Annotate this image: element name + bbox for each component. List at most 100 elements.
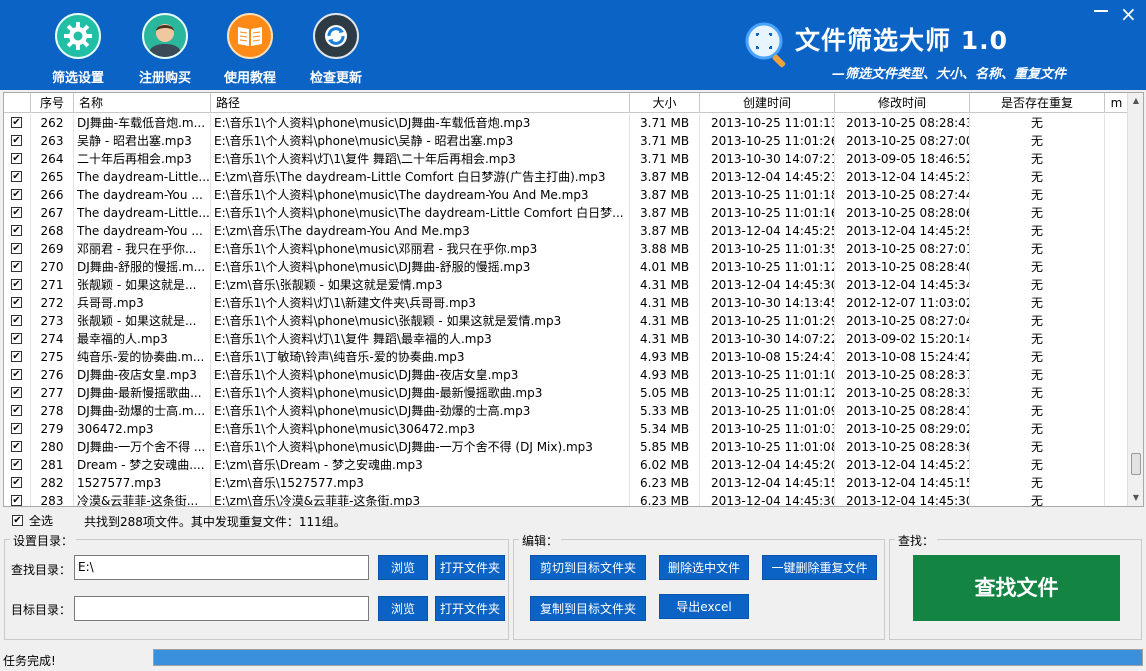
row-checkbox[interactable]: [11, 189, 22, 200]
row-checkbox[interactable]: [11, 387, 22, 398]
delete-selected-button[interactable]: 删除选中文件: [659, 555, 749, 580]
row-checkbox[interactable]: [11, 117, 22, 128]
row-checkbox-cell[interactable]: [4, 456, 31, 474]
target-dir-input[interactable]: [74, 596, 369, 621]
table-row[interactable]: 262DJ舞曲-车载低音炮.m...E:\音乐1\个人资料\phone\musi…: [4, 114, 1129, 132]
table-row[interactable]: 279306472.mp3E:\音乐1\个人资料\phone\music\306…: [4, 420, 1129, 438]
row-checkbox-cell[interactable]: [4, 348, 31, 366]
copy-to-target-button[interactable]: 复制到目标文件夹: [530, 596, 646, 621]
row-duplicate: 无: [970, 114, 1105, 132]
table-row[interactable]: 2821527577.mp3E:\zm\音乐\1527577.mp36.23 M…: [4, 474, 1129, 492]
row-checkbox[interactable]: [11, 297, 22, 308]
table-row[interactable]: 277DJ舞曲-最新慢摇歌曲...E:\音乐1\个人资料\phone\music…: [4, 384, 1129, 402]
column-header-created[interactable]: 创建时间: [700, 93, 835, 113]
row-checkbox-cell[interactable]: [4, 438, 31, 456]
table-row[interactable]: 281Dream - 梦之安魂曲....E:\zm\音乐\Dream - 梦之安…: [4, 456, 1129, 474]
table-row[interactable]: 274最幸福的人.mp3E:\音乐1\个人资料\灯\1\复件 舞蹈\最幸福的人.…: [4, 330, 1129, 348]
tutorial-button[interactable]: 使用教程: [212, 13, 288, 86]
row-checkbox[interactable]: [11, 351, 22, 362]
table-row[interactable]: 265The daydream-Little...E:\zm\音乐\The da…: [4, 168, 1129, 186]
column-header-modified[interactable]: 修改时间: [835, 93, 970, 113]
browse-target-button[interactable]: 浏览: [378, 596, 428, 621]
row-checkbox[interactable]: [11, 441, 22, 452]
row-checkbox-cell[interactable]: [4, 402, 31, 420]
row-checkbox[interactable]: [11, 369, 22, 380]
close-button[interactable]: ×: [1120, 4, 1137, 24]
row-checkbox-cell[interactable]: [4, 276, 31, 294]
column-header-index[interactable]: 序号: [31, 93, 74, 113]
find-files-button[interactable]: 查找文件: [913, 555, 1120, 621]
row-checkbox-cell[interactable]: [4, 258, 31, 276]
search-dir-input[interactable]: E:\: [74, 555, 369, 580]
column-header-size[interactable]: 大小: [630, 93, 700, 113]
delete-duplicates-button[interactable]: 一键删除重复文件: [762, 555, 877, 580]
minimize-button[interactable]: [1094, 10, 1108, 12]
open-target-folder-button[interactable]: 打开文件夹: [435, 596, 505, 621]
row-checkbox[interactable]: [11, 333, 22, 344]
row-checkbox-cell[interactable]: [4, 186, 31, 204]
row-checkbox[interactable]: [11, 225, 22, 236]
row-checkbox[interactable]: [11, 171, 22, 182]
scroll-up-icon[interactable]: ▲: [1130, 95, 1142, 107]
row-checkbox[interactable]: [11, 459, 22, 470]
table-row[interactable]: 271张靓颖 - 如果这就是...E:\zm\音乐\张靓颖 - 如果这就是爱情.…: [4, 276, 1129, 294]
row-checkbox-cell[interactable]: [4, 330, 31, 348]
row-checkbox[interactable]: [11, 207, 22, 218]
table-row[interactable]: 270DJ舞曲-舒服的慢摇.m...E:\音乐1\个人资料\phone\musi…: [4, 258, 1129, 276]
table-row[interactable]: 264二十年后再相会.mp3E:\音乐1\个人资料\灯\1\复件 舞蹈\二十年后…: [4, 150, 1129, 168]
row-checkbox[interactable]: [11, 279, 22, 290]
column-header-duplicate[interactable]: 是否存在重复: [970, 93, 1105, 113]
register-buy-button[interactable]: 注册购买: [127, 13, 203, 86]
scroll-thumb[interactable]: [1131, 453, 1141, 475]
row-checkbox-cell[interactable]: [4, 240, 31, 258]
row-checkbox-cell[interactable]: [4, 204, 31, 222]
row-checkbox[interactable]: [11, 135, 22, 146]
row-checkbox-cell[interactable]: [4, 366, 31, 384]
table-row[interactable]: 275纯音乐-爱的协奏曲.m...E:\音乐1\丁敏琦\铃声\纯音乐-爱的协奏曲…: [4, 348, 1129, 366]
file-table[interactable]: 序号 名称 路径 大小 创建时间 修改时间 是否存在重复 m 262DJ舞曲-车…: [3, 92, 1144, 507]
cut-to-target-button[interactable]: 剪切到目标文件夹: [530, 555, 646, 580]
row-checkbox[interactable]: [11, 261, 22, 272]
table-row[interactable]: 278DJ舞曲-劲爆的士高.m...E:\音乐1\个人资料\phone\musi…: [4, 402, 1129, 420]
table-row[interactable]: 263吴静 - 昭君出塞.mp3E:\音乐1\个人资料\phone\music\…: [4, 132, 1129, 150]
row-checkbox[interactable]: [11, 423, 22, 434]
row-checkbox[interactable]: [11, 477, 22, 488]
row-checkbox-cell[interactable]: [4, 150, 31, 168]
table-row[interactable]: 267The daydream-Little...E:\音乐1\个人资料\pho…: [4, 204, 1129, 222]
scroll-down-icon[interactable]: ▼: [1130, 492, 1142, 504]
table-row[interactable]: 272兵哥哥.mp3E:\音乐1\个人资料\灯\1\新建文件夹\兵哥哥.mp34…: [4, 294, 1129, 312]
row-checkbox[interactable]: [11, 153, 22, 164]
vertical-scrollbar[interactable]: ▲ ▼: [1127, 93, 1143, 506]
column-header-check[interactable]: [4, 93, 31, 113]
column-header-more[interactable]: m: [1105, 93, 1129, 113]
column-header-path[interactable]: 路径: [211, 93, 630, 113]
row-checkbox-cell[interactable]: [4, 294, 31, 312]
row-checkbox[interactable]: [11, 315, 22, 326]
row-checkbox-cell[interactable]: [4, 114, 31, 132]
select-all-checkbox[interactable]: ✔ 全选: [12, 512, 53, 529]
row-checkbox-cell[interactable]: [4, 168, 31, 186]
row-checkbox-cell[interactable]: [4, 222, 31, 240]
table-row[interactable]: 268The daydream-You ...E:\zm\音乐\The dayd…: [4, 222, 1129, 240]
row-checkbox[interactable]: [11, 243, 22, 254]
browse-search-button[interactable]: 浏览: [378, 555, 428, 580]
row-checkbox-cell[interactable]: [4, 384, 31, 402]
open-search-folder-button[interactable]: 打开文件夹: [435, 555, 505, 580]
check-update-button[interactable]: 检查更新: [298, 13, 374, 86]
table-row[interactable]: 280DJ舞曲-一万个舍不得 ...E:\音乐1\个人资料\phone\musi…: [4, 438, 1129, 456]
filter-settings-button[interactable]: 筛选设置: [40, 13, 116, 86]
table-row[interactable]: 266The daydream-You ...E:\音乐1\个人资料\phone…: [4, 186, 1129, 204]
row-checkbox[interactable]: [11, 495, 22, 506]
row-checkbox-cell[interactable]: [4, 132, 31, 150]
table-row[interactable]: 276DJ舞曲-夜店女皇.mp3E:\音乐1\个人资料\phone\music\…: [4, 366, 1129, 384]
export-excel-button[interactable]: 导出excel: [659, 594, 749, 619]
table-row[interactable]: 269邓丽君 - 我只在乎你...E:\音乐1\个人资料\phone\music…: [4, 240, 1129, 258]
row-checkbox[interactable]: [11, 405, 22, 416]
column-header-name[interactable]: 名称: [74, 93, 211, 113]
row-checkbox-cell[interactable]: [4, 312, 31, 330]
row-checkbox-cell[interactable]: [4, 492, 31, 506]
table-row[interactable]: 273张靓颖 - 如果这就是...E:\音乐1\个人资料\phone\music…: [4, 312, 1129, 330]
table-row[interactable]: 283冷漠&云菲菲-这条街...E:\zm\音乐\冷漠&云菲菲-这条街.mp36…: [4, 492, 1129, 506]
row-checkbox-cell[interactable]: [4, 420, 31, 438]
row-checkbox-cell[interactable]: [4, 474, 31, 492]
